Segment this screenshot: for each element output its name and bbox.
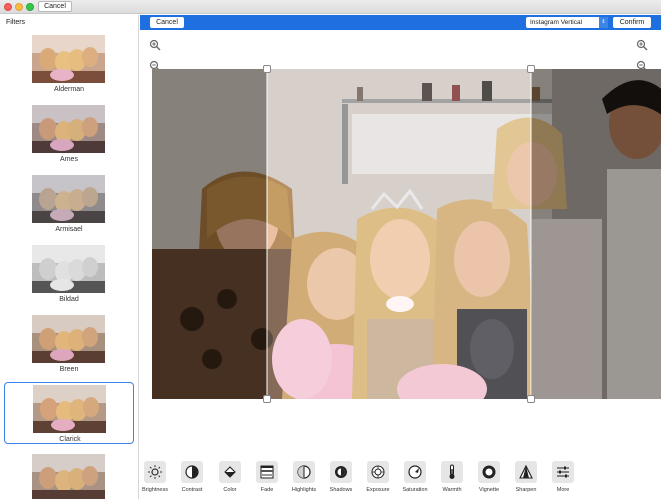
crop-handle-bottom-left[interactable] (263, 395, 271, 403)
editor-canvas (140, 30, 661, 499)
saturation-icon (404, 461, 426, 483)
cancel-button[interactable]: Cancel (150, 17, 184, 28)
window-close-button[interactable] (4, 3, 12, 11)
thermometer-icon (441, 461, 463, 483)
tool-contrast[interactable]: Contrast (174, 459, 210, 499)
filter-label: Breen (59, 366, 79, 373)
tool-warmth[interactable]: Warmth (434, 459, 470, 499)
chevron-updown-icon: ⇕ (599, 17, 608, 28)
titlebar-cancel-button[interactable]: Cancel (38, 1, 72, 12)
filter-label: Ames (60, 156, 78, 163)
sun-icon (144, 461, 166, 483)
filter-label: Clarick (59, 436, 81, 443)
filter-thumbnail (32, 315, 105, 363)
highlights-icon (293, 461, 315, 483)
paint-bucket-icon (219, 461, 241, 483)
crop-handle-bottom-right[interactable] (527, 395, 535, 403)
tool-vignette[interactable]: Vignette (471, 459, 507, 499)
filter-item-alderman[interactable]: Alderman (4, 33, 134, 95)
photo-preview[interactable] (152, 69, 661, 399)
tool-color[interactable]: Color (212, 459, 248, 499)
filter-thumbnail (32, 245, 105, 293)
sharpen-icon (515, 461, 537, 483)
tool-saturation[interactable]: Saturation (397, 459, 433, 499)
party-photo (152, 69, 661, 399)
tool-exposure[interactable]: Exposure (360, 459, 396, 499)
fade-icon (256, 461, 278, 483)
crop-handle-top-left[interactable] (263, 65, 271, 73)
tool-brightness[interactable]: Brightness (137, 459, 173, 499)
aspect-ratio-value: Instagram Vertical (530, 19, 583, 26)
adjustment-toolbar: Brightness Contrast Color Fade Highlight… (140, 459, 661, 499)
exposure-icon (367, 461, 389, 483)
sliders-icon (552, 461, 574, 483)
filter-item-breen[interactable]: Breen (4, 313, 134, 375)
vignette-icon (478, 461, 500, 483)
filter-label: Armisael (55, 226, 83, 233)
filters-sidebar[interactable]: Filters Alderman Ames Armisael Bildad Br… (0, 15, 139, 499)
filter-label: Bildad (59, 296, 79, 303)
confirm-button[interactable]: Confirm (613, 17, 651, 28)
filter-thumbnail (32, 105, 105, 153)
aspect-ratio-select[interactable]: Instagram Vertical ⇕ (526, 17, 608, 28)
filter-item-bildad[interactable]: Bildad (4, 243, 134, 305)
window-minimize-button[interactable] (15, 3, 23, 11)
tool-shadows[interactable]: Shadows (323, 459, 359, 499)
filter-thumbnail (33, 385, 106, 433)
tool-label: More (556, 487, 570, 493)
filters-heading: Filters (6, 19, 26, 26)
filter-item-armisael[interactable]: Armisael (4, 173, 134, 235)
window-maximize-button[interactable] (26, 3, 34, 11)
filter-item-clarick[interactable]: Clarick (4, 382, 134, 444)
contrast-icon (181, 461, 203, 483)
filter-label: Alderman (54, 86, 84, 93)
filter-thumbnail (32, 35, 105, 83)
filter-thumbnail (32, 175, 105, 223)
tool-sharpen[interactable]: Sharpen (508, 459, 544, 499)
editor-toolbar: Cancel Instagram Vertical ⇕ Confirm (140, 15, 661, 30)
shadows-icon (330, 461, 352, 483)
filter-thumbnail (32, 454, 105, 499)
tool-fade[interactable]: Fade (249, 459, 285, 499)
zoom-in-icon[interactable] (149, 38, 161, 51)
tool-highlights[interactable]: Highlights (286, 459, 322, 499)
zoom-in-icon[interactable] (636, 38, 648, 51)
window-titlebar: Cancel (0, 0, 661, 14)
filter-item-ames[interactable]: Ames (4, 103, 134, 165)
crop-handle-top-right[interactable] (527, 65, 535, 73)
filter-item-next[interactable] (4, 452, 134, 499)
tool-more[interactable]: More (545, 459, 581, 499)
